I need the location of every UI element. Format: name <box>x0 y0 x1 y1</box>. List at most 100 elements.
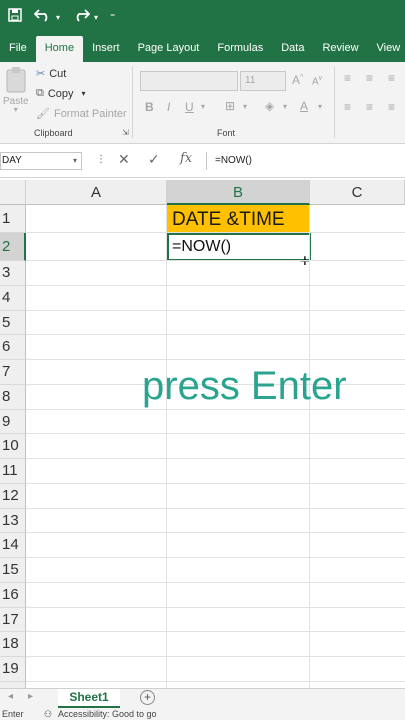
row-header[interactable]: 15 <box>0 558 26 583</box>
undo-icon[interactable] <box>33 0 52 36</box>
tab-review[interactable]: Review <box>313 36 367 62</box>
row-header[interactable]: 8 <box>0 384 26 410</box>
align-right-icon[interactable]: ≡ <box>388 100 395 114</box>
row-header[interactable]: 9 <box>0 409 26 435</box>
bold-icon[interactable]: B <box>145 100 154 114</box>
chevron-down-icon[interactable]: ▾ <box>318 102 322 111</box>
align-top-icon[interactable]: ≡ <box>344 71 351 85</box>
formula-input[interactable]: =NOW() <box>206 152 405 170</box>
tab-page-layout[interactable]: Page Layout <box>129 36 209 62</box>
scissors-icon: ✂ <box>36 68 46 80</box>
gridline <box>309 205 310 688</box>
gridline <box>26 359 405 360</box>
row-header[interactable]: 16 <box>0 582 26 608</box>
prev-sheet-icon[interactable]: ◂ <box>8 691 13 702</box>
gridline <box>26 557 405 558</box>
tab-insert[interactable]: Insert <box>83 36 129 62</box>
sheet-tab-sheet1[interactable]: Sheet1 <box>58 689 120 709</box>
menu-dots-icon[interactable]: ⋮ <box>96 154 106 165</box>
select-all-corner[interactable] <box>0 180 26 205</box>
gridline <box>26 433 405 435</box>
dialog-launcher-icon[interactable]: ⇲ <box>122 128 129 137</box>
tab-home[interactable]: Home <box>35 36 84 62</box>
row-header[interactable]: 2 <box>0 233 26 261</box>
ribbon: Paste ▾ ✂ Cut ⧉ Copy ▾ 🖌 Format Painter … <box>0 62 405 144</box>
gridline <box>26 680 405 682</box>
decrease-font-icon[interactable]: Av <box>312 75 322 87</box>
borders-icon[interactable]: ⊞ <box>225 99 235 113</box>
font-color-icon[interactable]: A <box>300 99 308 113</box>
enter-check-icon[interactable]: ✓ <box>148 151 160 168</box>
tab-view[interactable]: View <box>368 36 405 62</box>
gridline <box>26 532 405 534</box>
group-separator <box>334 66 335 138</box>
cell-b2-active[interactable]: =NOW() <box>167 233 311 261</box>
gridline <box>26 507 405 509</box>
next-sheet-icon[interactable]: ▸ <box>28 691 33 702</box>
italic-icon[interactable]: I <box>167 100 170 114</box>
chevron-down-icon[interactable]: ▾ <box>283 102 287 111</box>
accessibility-icon: ⚇ <box>44 709 53 719</box>
status-bar: Enter ⚇ Accessibility: Good to go <box>0 708 405 720</box>
row-header[interactable]: 5 <box>0 310 26 336</box>
column-header-b[interactable]: B <box>167 180 310 205</box>
row-header[interactable]: 12 <box>0 483 26 509</box>
row-header[interactable]: 18 <box>0 632 26 657</box>
cell-b1[interactable]: DATE &TIME <box>167 205 310 233</box>
align-left-icon[interactable]: ≡ <box>344 100 351 114</box>
row-header[interactable]: 11 <box>0 459 26 484</box>
align-middle-icon[interactable]: ≡ <box>366 71 373 85</box>
format-painter-button[interactable]: 🖌 Format Painter <box>36 107 127 121</box>
gridline <box>26 606 405 608</box>
ribbon-tabs: File Home Insert Page Layout Formulas Da… <box>0 36 405 62</box>
cancel-icon[interactable]: ✕ <box>118 151 130 168</box>
cut-button[interactable]: ✂ Cut <box>36 67 66 81</box>
chevron-down-icon: ▾ <box>13 105 18 114</box>
formula-bar: DAY ▾ ⋮ ✕ ✓ fx =NOW() <box>0 144 405 178</box>
row-header[interactable]: 4 <box>0 285 26 311</box>
underline-icon[interactable]: U <box>185 100 194 114</box>
font-group-label: Font <box>217 128 236 138</box>
increase-font-icon[interactable]: A^ <box>292 73 303 87</box>
row-header[interactable]: 19 <box>0 657 26 682</box>
row-header[interactable]: 10 <box>0 434 26 459</box>
fill-color-icon[interactable]: ◈ <box>265 99 274 113</box>
tab-formulas[interactable]: Formulas <box>208 36 272 62</box>
chevron-down-icon[interactable]: ▾ <box>73 153 77 169</box>
tab-file[interactable]: File <box>0 36 36 62</box>
row-header[interactable]: 7 <box>0 360 26 385</box>
column-header-c[interactable]: C <box>310 180 405 205</box>
instruction-overlay: press Enter <box>142 364 347 408</box>
column-header-a[interactable]: A <box>26 180 167 205</box>
row-header[interactable]: 14 <box>0 533 26 558</box>
add-sheet-icon[interactable]: + <box>140 690 155 705</box>
save-icon[interactable] <box>8 0 22 36</box>
gridline <box>26 482 405 484</box>
chevron-down-icon[interactable]: ▾ <box>243 102 247 111</box>
brush-icon: 🖌 <box>36 108 50 120</box>
tab-data[interactable]: Data <box>272 36 313 62</box>
chevron-down-icon[interactable]: ▾ <box>94 0 98 36</box>
row-header[interactable]: 6 <box>0 335 26 360</box>
paste-button[interactable]: Paste ▾ <box>3 66 29 114</box>
chevron-down-icon[interactable]: ▾ <box>56 0 60 36</box>
align-bottom-icon[interactable]: ≡ <box>388 71 395 85</box>
font-size-box[interactable]: 11 <box>240 71 286 91</box>
copy-button[interactable]: ⧉ Copy ▾ <box>36 87 86 100</box>
gridline <box>26 631 405 633</box>
name-box[interactable]: DAY ▾ <box>0 152 82 170</box>
row-header[interactable]: 13 <box>0 508 26 534</box>
accessibility-status[interactable]: Accessibility: Good to go <box>58 708 157 720</box>
chevron-down-icon[interactable]: ▾ <box>201 102 205 111</box>
gridline <box>26 232 405 233</box>
customize-icon[interactable]: ⁼ <box>110 0 115 36</box>
row-header[interactable]: 1 <box>0 205 26 233</box>
worksheet-grid[interactable]: A B C 1234567891011121314151617181920 DA… <box>0 180 405 688</box>
clipboard-icon <box>6 67 26 93</box>
align-center-icon[interactable]: ≡ <box>366 100 373 114</box>
redo-icon[interactable] <box>72 0 91 36</box>
insert-function-icon[interactable]: fx <box>180 151 192 166</box>
row-header[interactable]: 17 <box>0 607 26 633</box>
row-header[interactable]: 3 <box>0 261 26 286</box>
font-name-box[interactable] <box>140 71 238 91</box>
